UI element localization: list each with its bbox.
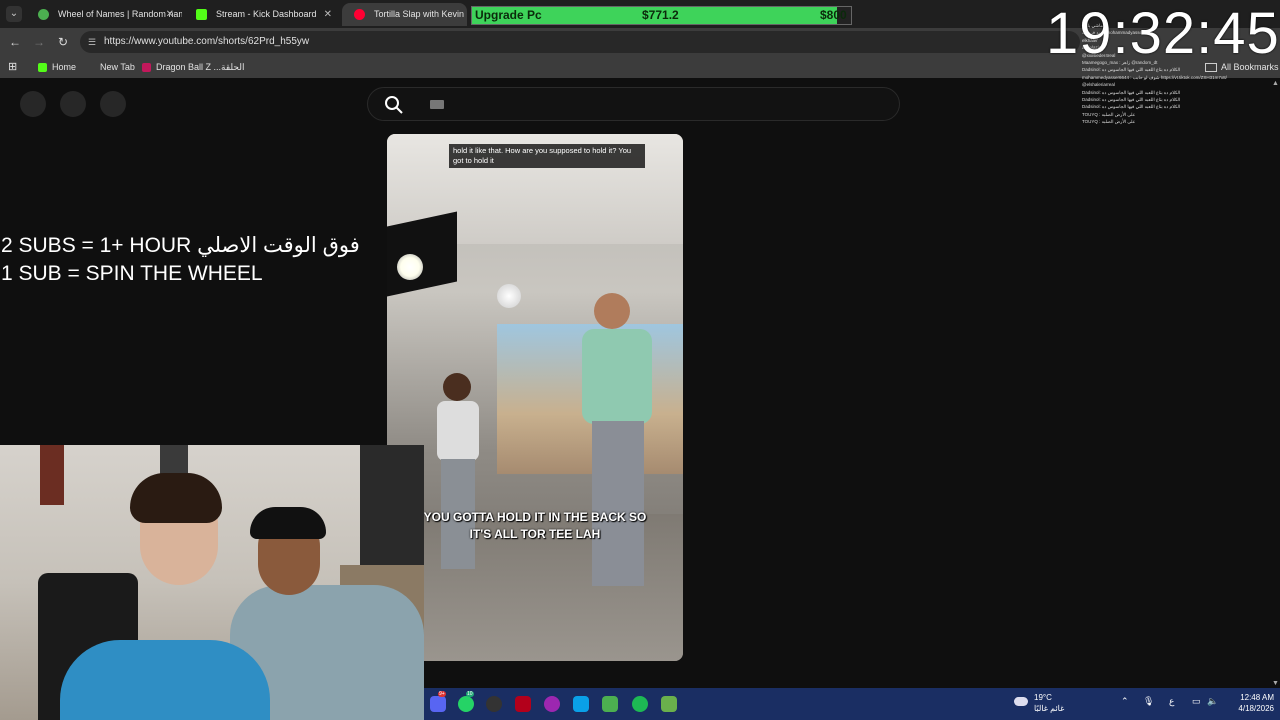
donation-goal-bar: Upgrade Pc $771.2 $800	[471, 6, 852, 25]
tab-wheel-of-names[interactable]: Wheel of Names | Random nam ✕	[26, 3, 182, 26]
chat-message: TOUYQ : على الأرض الصلبه	[1082, 111, 1136, 117]
back-arrow-icon[interactable]: ←	[8, 35, 22, 49]
reload-icon[interactable]: ↻	[56, 35, 70, 49]
youtube-favicon-icon	[354, 9, 365, 20]
tray-chevron-icon[interactable]: ⌃	[1121, 696, 1129, 707]
stream-clock: 19:32:45	[1046, 1, 1280, 66]
tab-search-button[interactable]: ⌄	[6, 6, 22, 22]
video-person-right	[582, 293, 652, 586]
bookmark-home[interactable]: Home	[38, 56, 76, 78]
bookmark-label: Home	[52, 62, 77, 72]
streamer-left-hair	[130, 473, 222, 523]
goal-target-amount: $800	[820, 8, 847, 22]
spotify-icon[interactable]	[632, 696, 648, 712]
search-icon[interactable]	[384, 95, 404, 115]
bookmark-new-tab[interactable]: New Tab	[100, 56, 135, 78]
caption-top: hold it like that. How are you supposed …	[449, 144, 645, 168]
minecraft-icon[interactable]	[602, 696, 618, 712]
apps-grid-icon[interactable]: ⊞	[8, 56, 17, 78]
notepad-icon[interactable]	[661, 696, 677, 712]
app-icon[interactable]	[544, 696, 560, 712]
chat-message: Dadsinol: الكلام ده بتاع اللعبه اللي فيه…	[1082, 97, 1181, 103]
close-tab-icon[interactable]: ✕	[166, 3, 174, 26]
bookmark-dragon-ball[interactable]: Dragon Ball Z ...الحلقة	[142, 56, 244, 78]
webcam-overlay	[0, 445, 424, 720]
windows-taskbar: 9+ 10 19°C غائم غالبًا ⌃ 🎙 ع ▭ 🔈 12:48 A…	[424, 688, 1280, 720]
rule-line-1: 2 SUBS = 1+ HOUR فوق الوقت الاصلي	[1, 234, 360, 257]
kick-icon	[38, 63, 47, 73]
shorts-video-player[interactable]: hold it like that. How are you supposed …	[387, 134, 683, 661]
network-icon[interactable]: ▭	[1192, 696, 1201, 707]
anime-site-icon	[142, 63, 151, 73]
tab-label: Wheel of Names | Random nam	[58, 9, 182, 19]
adobe-icon[interactable]	[515, 696, 531, 712]
video-person-left	[437, 373, 479, 569]
goal-current-amount: $771.2	[642, 8, 679, 22]
store-icon[interactable]	[573, 696, 589, 712]
kick-favicon-icon	[196, 9, 207, 20]
volume-icon[interactable]: 🔈	[1207, 696, 1218, 707]
wheel-favicon-icon	[38, 9, 49, 20]
bookmark-label: Dragon Ball Z ...الحلقة	[156, 62, 245, 72]
cloud-icon	[1014, 697, 1028, 706]
obs-icon[interactable]	[486, 696, 502, 712]
whatsapp-icon[interactable]	[458, 696, 474, 712]
caption-bottom: YOU GOTTA HOLD IT IN THE BACK SO IT'S AL…	[423, 510, 647, 541]
scroll-down-icon[interactable]: ▼	[1272, 680, 1280, 688]
youtube-search-bar[interactable]	[367, 87, 900, 121]
discord-badge: 9+	[438, 691, 446, 697]
streamer-left-body	[60, 640, 270, 720]
tab-label: Stream - Kick Dashboard	[216, 9, 317, 19]
bookmark-label: New Tab	[100, 62, 135, 72]
language-indicator[interactable]: ع	[1169, 696, 1174, 707]
whatsapp-badge: 10	[466, 691, 474, 697]
chat-message: @elshaleriarreal	[1082, 82, 1115, 88]
video-lamp	[397, 254, 423, 280]
site-info-icon[interactable]: ☰	[88, 36, 98, 48]
weather-widget[interactable]: 19°C غائم غالبًا	[1014, 692, 1064, 714]
youtube-logo-icon[interactable]	[60, 91, 86, 117]
goal-label: Upgrade Pc	[475, 8, 542, 22]
system-clock[interactable]: 12:48 AM 4/18/2026	[1224, 692, 1274, 714]
chat-message: mohammedyasser6644 : شوف لو حابب https:/…	[1082, 74, 1227, 80]
chat-message: Dadsinol: الكلام ده بتاع اللعبه اللي فيه…	[1082, 89, 1181, 95]
chat-message: TOUYQ : على الأرض الصلبه	[1082, 119, 1136, 125]
streamer-right-hair	[250, 507, 326, 539]
webcam-door	[40, 445, 64, 505]
address-bar[interactable]: ☰ https://www.youtube.com/shorts/62Prd_h…	[80, 31, 1080, 53]
close-tab-icon[interactable]: ✕	[324, 3, 332, 26]
forward-arrow-icon[interactable]: →	[32, 35, 46, 49]
home-icon[interactable]	[100, 91, 126, 117]
chat-message: Dadsinol: الكلام ده بتاع اللعبه اللي فيه…	[1082, 104, 1181, 110]
tab-youtube-short[interactable]: Tortilla Slap with Kevin Hart	[342, 3, 467, 26]
system-time: 12:48 AM	[1240, 693, 1274, 702]
url-text[interactable]: https://www.youtube.com/shorts/62Prd_h55…	[104, 31, 309, 53]
menu-icon[interactable]	[20, 91, 46, 117]
microphone-icon[interactable]: 🎙	[1143, 696, 1154, 707]
scroll-up-icon[interactable]: ▲	[1272, 80, 1280, 88]
discord-icon[interactable]	[430, 696, 446, 712]
tab-kick-dashboard[interactable]: Stream - Kick Dashboard ✕	[184, 3, 340, 26]
keyboard-icon[interactable]	[430, 100, 444, 109]
tab-label: Tortilla Slap with Kevin Hart	[374, 9, 467, 19]
stream-rules-overlay: 2 SUBS = 1+ HOUR فوق الوقت الاصلي 1 SUB …	[1, 232, 360, 288]
video-lamp	[497, 284, 521, 308]
system-date: 4/18/2026	[1238, 704, 1274, 713]
rule-line-2: 1 SUB = SPIN THE WHEEL	[1, 262, 263, 285]
video-softbox-light	[387, 211, 457, 297]
